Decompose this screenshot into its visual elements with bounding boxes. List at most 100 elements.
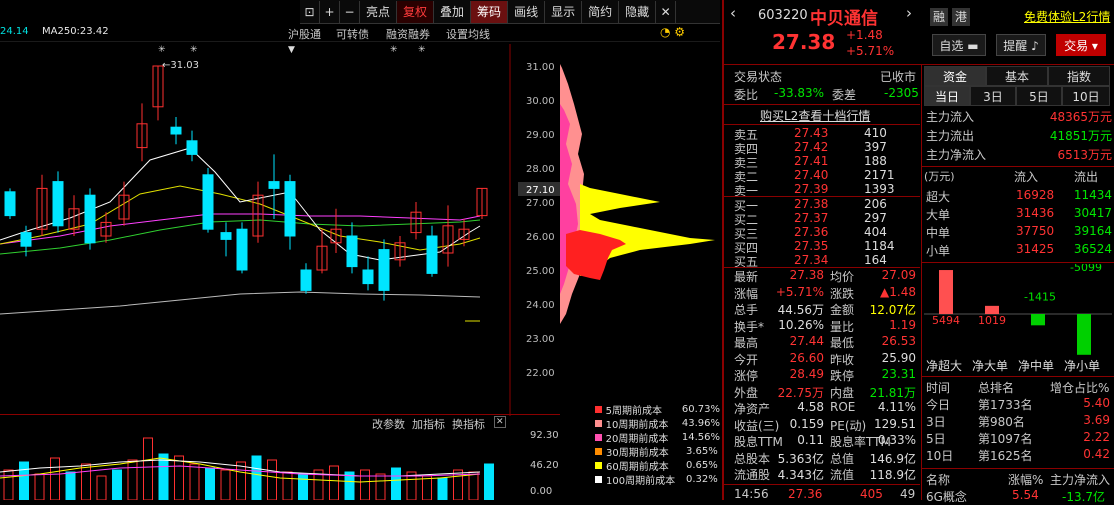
stat-row: 最新 27.38 均价 27.09 [734,268,916,284]
plus-icon[interactable]: + [320,0,340,23]
l2-buy-link[interactable]: 购买L2查看十档行情 [760,107,870,124]
trade-status-label: 交易状态 [734,70,783,84]
ma250-label: MA250:23.42 [42,26,109,37]
tab-rongzirongquan[interactable]: 融资融券 [386,26,430,42]
net-flow-value: -5099 [1070,264,1102,274]
stat-row: 最高 27.44 最低 26.53 [734,334,916,350]
legend-swatch [595,433,602,441]
price-tick: 22.00 [526,368,555,379]
volume-bar [19,461,29,500]
tick-count: 49 [900,487,916,501]
volume-bar [143,437,153,500]
volume-bar [220,469,231,500]
toolbar-liangdian[interactable]: 亮点 [360,0,398,23]
tab-10day[interactable]: 10日 [1062,86,1110,106]
gang-badge[interactable]: 港 [952,8,970,26]
volume-bar [375,473,386,500]
net-flow-bar [1077,314,1091,355]
settings-icon[interactable]: ◔ ⚙ [660,25,685,39]
rong-badge[interactable]: 融 [930,8,948,26]
book-row: 卖二 27.40 2171 [734,168,895,184]
volume-bar [158,453,169,500]
tab-shezhijunxian[interactable]: 设置均线 [446,26,490,42]
weibi-label: 委比 [734,88,759,102]
tab-kezhuanzhai[interactable]: 可转债 [336,26,369,42]
volume-bar [236,461,246,500]
trade-button[interactable]: 交易 ▾ [1056,34,1106,56]
chip-legend: 5周期前成本 60.73% 10周期前成本 43.96% 20周期前成本 14.56% 30… [595,402,720,500]
toolbar-fuquan[interactable]: 复权 [397,0,435,23]
chevron-right-icon[interactable]: › [906,4,912,22]
price-tick: 23.00 [526,334,555,345]
net-flow-value: 1019 [978,314,1006,327]
alert-button[interactable]: 提醒 ♪ [996,34,1046,56]
legend-item: 30周期前成本 3.65% [595,444,720,459]
close-icon[interactable]: ✕ [494,416,506,428]
lock-icon[interactable]: ⊡ [300,0,320,23]
weicha-label: 委差 [832,88,857,102]
candlestick-chart: ←31.03 ✳ ✳ ▼ ✳ ✳ [0,44,511,416]
trade-status-value: 已收市 [880,70,917,84]
tab-zijin[interactable]: 资金 [924,66,986,86]
legend-item: 60周期前成本 0.65% [595,458,720,473]
candle-down [268,181,280,189]
legend-item: 10周期前成本 43.96% [595,416,720,431]
stats-table: 最新 27.38 均价 27.09 涨幅 +5.71% 涨跌 ▲1.48 总手 44.56万 金额 1… [724,268,920,483]
volume-bar [3,469,14,500]
sector-name-header: 名称 [926,473,951,487]
sector-pct-header: 涨幅% [1008,473,1044,487]
price-axis: 31.00 30.00 29.00 28.00 27.00 26.00 25.00 24.00… [518,62,560,379]
tab-3day[interactable]: 3日 [970,86,1016,106]
price-tick: 27.00 [526,198,555,209]
toolbar-yincang[interactable]: 隐藏 [619,0,657,23]
candle-down [346,235,358,268]
volume-bar [360,469,370,500]
rank-pct-header: 增仓占比% [1050,381,1110,395]
legend-item: 5周期前成本 60.73% [595,402,720,417]
book-row: 卖四 27.42 397 [734,140,887,156]
price-tick: 30.00 [526,96,555,107]
candle-down [20,232,32,247]
stat-row: 总手 44.56万 金额 12.07亿 [734,303,916,317]
legend-swatch [595,419,602,427]
close-icon[interactable]: ✕ [656,0,677,23]
flow-row: 主力净流入 6513万元 [926,148,1112,162]
chip-distribution [560,64,715,324]
stat-row: 总股本 5.363亿 总值 146.9亿 [734,451,916,466]
net-flow-name: 净中单 [1018,358,1054,373]
sector-name: 6G概念 [926,490,967,504]
minus-icon[interactable]: − [340,0,360,23]
tab-5day[interactable]: 5日 [1016,86,1062,106]
candle-down [378,249,390,291]
toolbar-diejia[interactable]: 叠加 [434,0,472,23]
price-tick: 29.00 [526,130,555,141]
chevron-left-icon[interactable]: ‹ [730,4,736,22]
tab-hugutong[interactable]: 沪股通 [288,26,321,42]
legend-item: 20周期前成本 14.56% [595,430,720,445]
book-row: 买五 27.34 164 [734,253,887,269]
tab-today[interactable]: 当日 [924,86,970,106]
tab-zhishu[interactable]: 指数 [1048,66,1110,86]
price-tick: 24.00 [526,300,555,311]
l2-trial-link[interactable]: 免费体验L2行情 [1024,8,1110,25]
flow-row: 主力流入 48365万元 [926,110,1112,124]
candle-down [52,181,64,227]
rank-total-header: 总排名 [978,381,1015,395]
out-header: 流出 [1074,170,1099,184]
tab-jiben[interactable]: 基本 [986,66,1048,86]
add-watchlist-button[interactable]: 自选 ▬ [932,34,986,56]
toolbar-chouma[interactable]: 筹码 [471,0,509,23]
legend-swatch [595,447,602,455]
tick-price: 27.36 [788,487,823,501]
bell-icon: ♪ [1031,39,1039,53]
price-change-pct: +5.71% [846,44,895,58]
toolbar-xianshi[interactable]: 显示 [545,0,583,23]
book-row: 卖三 27.41 188 [734,154,887,170]
legend-item: 100周期前成本 0.32% [595,472,720,487]
stat-row: 流通股 4.343亿 流值 118.9亿 [734,468,916,482]
volume-bar [329,465,339,500]
high-label: ←31.03 [162,60,199,71]
toolbar-jianyue[interactable]: 简约 [582,0,620,23]
candle-down [202,174,214,230]
toolbar-huaxian[interactable]: 画线 [508,0,546,23]
